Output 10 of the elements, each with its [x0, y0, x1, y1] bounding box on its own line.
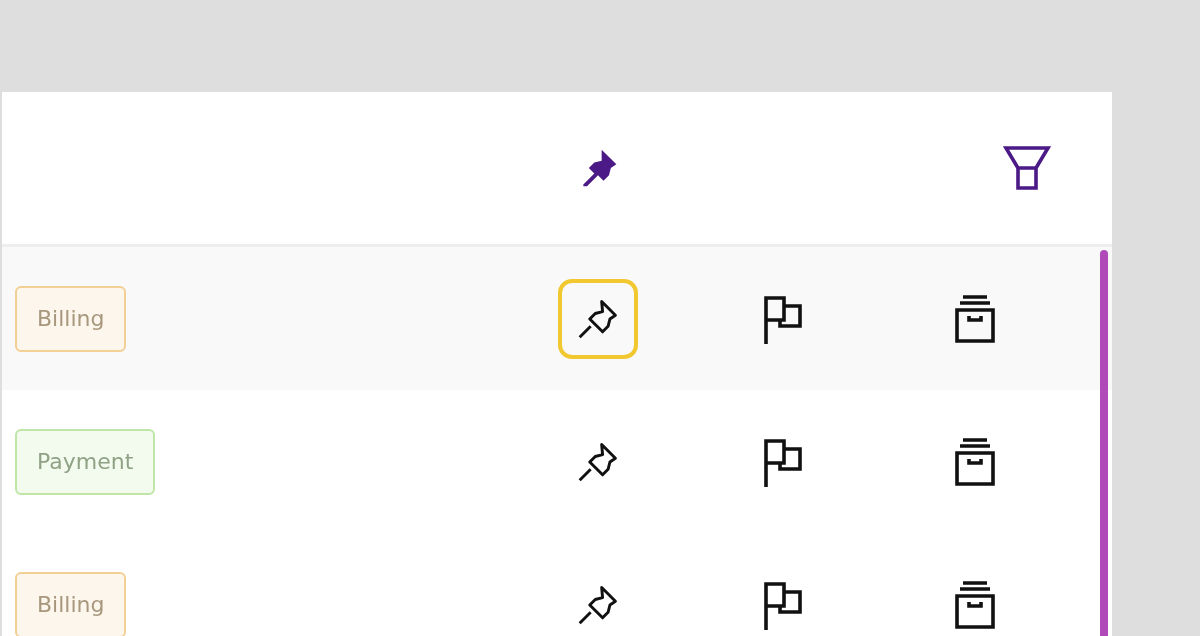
category-tag: Billing — [15, 285, 127, 352]
row-highlight[interactable]: Billing — [2, 247, 1112, 390]
archive-icon[interactable] — [955, 436, 995, 487]
archive-icon[interactable] — [955, 579, 995, 630]
category-tag: Payment — [15, 428, 156, 495]
category-tag: Billing — [15, 571, 127, 636]
scrollbar[interactable] — [1100, 250, 1108, 636]
filter-icon[interactable] — [1003, 145, 1051, 191]
pin-button[interactable] — [558, 278, 638, 359]
archive-icon[interactable] — [955, 293, 995, 344]
